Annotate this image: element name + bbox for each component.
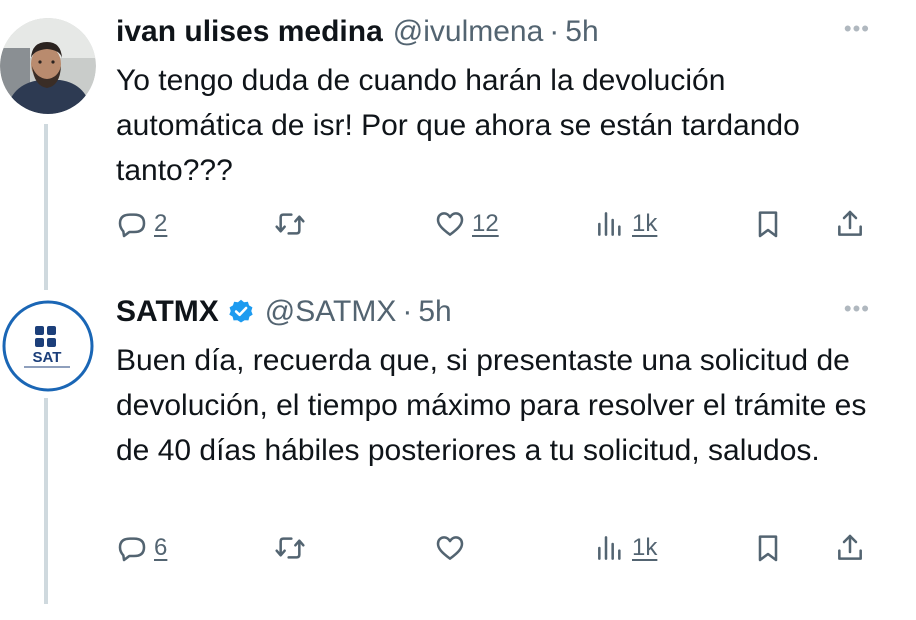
retweet-button[interactable] (274, 528, 306, 568)
more-options-icon[interactable]: ••• (844, 298, 870, 320)
reply-icon (118, 213, 146, 238)
reply-button[interactable]: 6 (116, 528, 167, 568)
conversation-thread: ivan ulises medina @ivulmena · 5h ••• Yo… (0, 0, 916, 620)
like-button[interactable]: 12 (434, 204, 499, 244)
timestamp[interactable]: 5h (565, 14, 598, 50)
bookmark-icon (758, 535, 778, 562)
user-handle[interactable]: @ivulmena (393, 14, 544, 50)
share-button[interactable] (834, 204, 866, 244)
avatar-satmx[interactable]: SAT (0, 298, 96, 394)
views-button[interactable]: 1k (594, 204, 657, 244)
reply-button[interactable]: 2 (116, 204, 167, 244)
reply-icon (118, 537, 146, 562)
retweet-button[interactable] (274, 204, 306, 244)
views-count: 1k (632, 534, 658, 561)
sat-logo-text: SAT (33, 349, 62, 366)
display-name[interactable]: ivan ulises medina (116, 14, 383, 50)
bookmark-button[interactable] (752, 528, 784, 568)
tweet-text: Yo tengo duda de cuando harán la devoluc… (116, 64, 800, 187)
tweet-actions: 6 1k (116, 528, 876, 568)
separator-dot: · (402, 295, 413, 328)
reply-count: 6 (154, 534, 168, 561)
tweet-text: Buen día, recuerda que, si presentaste u… (116, 344, 867, 467)
tweet-header: ivan ulises medina @ivulmena · 5h (116, 14, 599, 50)
tweet-actions: 2 12 1k (116, 204, 876, 244)
share-button[interactable] (834, 528, 866, 568)
share-icon (838, 534, 862, 560)
user-photo-avatar-icon (0, 18, 96, 114)
retweet-icon (275, 213, 305, 235)
retweet-icon (275, 537, 305, 559)
tweet-satmx[interactable]: SAT SATMX @SATMX · 5h ••• Buen día, recu… (0, 290, 916, 620)
views-chart-icon (598, 536, 621, 560)
sat-logo-avatar-icon: SAT (1, 299, 95, 393)
tweet-header: SATMX @SATMX · 5h (116, 294, 452, 330)
share-icon (838, 210, 862, 236)
more-options-icon[interactable]: ••• (844, 18, 870, 40)
views-button[interactable]: 1k (594, 528, 657, 568)
bookmark-icon (758, 211, 778, 238)
heart-icon (436, 212, 464, 236)
thread-connector-line (44, 124, 48, 290)
display-name[interactable]: SATMX (116, 294, 219, 330)
like-count: 12 (472, 210, 499, 237)
bookmark-button[interactable] (752, 204, 784, 244)
verified-badge-icon[interactable] (227, 298, 255, 326)
tweet-ivan[interactable]: ivan ulises medina @ivulmena · 5h ••• Yo… (0, 0, 916, 290)
views-chart-icon (598, 212, 621, 236)
user-handle[interactable]: @SATMX (265, 294, 397, 330)
heart-icon (436, 536, 464, 560)
separator-dot: · (549, 15, 560, 48)
reply-count: 2 (154, 210, 168, 237)
like-button[interactable] (434, 528, 466, 568)
thread-connector-line (44, 398, 48, 604)
timestamp[interactable]: 5h (418, 294, 451, 330)
avatar-ivan[interactable] (0, 18, 96, 114)
views-count: 1k (632, 210, 658, 237)
